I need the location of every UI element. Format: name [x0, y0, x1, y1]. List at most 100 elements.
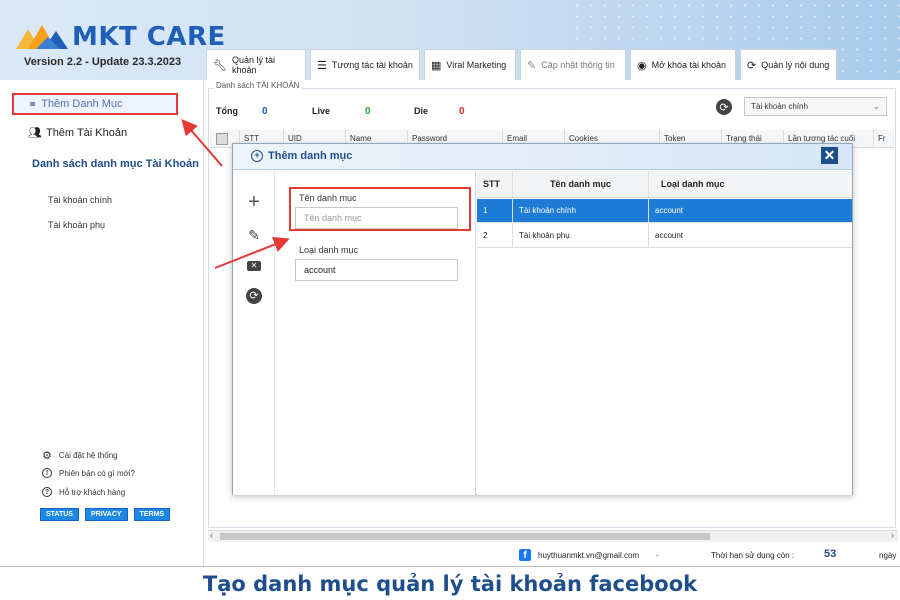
- sidebar-category-main[interactable]: Tài khoản chính: [48, 195, 112, 205]
- caption: Tạo danh mục quản lý tài khoản facebook: [0, 566, 900, 600]
- dialog-toolbar: + ✎ ✕ ⟳: [233, 171, 275, 495]
- calculator-icon: ▦: [431, 59, 442, 72]
- terms-button[interactable]: TERMS: [133, 508, 171, 521]
- category-type-input[interactable]: account: [295, 259, 458, 281]
- row-name: Tài khoản phụ: [513, 224, 649, 247]
- sidebar: ⚭ Thêm Danh Mục 👥︎ Thêm Tài Khoản Danh s…: [0, 80, 204, 566]
- edit-icon[interactable]: ✎: [245, 226, 263, 244]
- users-icon: 👥︎: [28, 127, 42, 139]
- sidebar-item-add-account[interactable]: 👥︎ Thêm Tài Khoản: [28, 126, 128, 140]
- info-icon: !: [42, 468, 52, 478]
- col-header-type[interactable]: Loại danh mục: [649, 171, 852, 197]
- col-header-stt[interactable]: STT: [477, 171, 513, 197]
- tab-label: Cập nhật thông tin: [541, 60, 615, 70]
- live-value: 0: [365, 106, 371, 117]
- die-label: Die: [414, 106, 429, 116]
- status-separator: -: [656, 551, 659, 560]
- table-row[interactable]: 1 Tài khoản chính account: [477, 199, 852, 223]
- col-header-name[interactable]: Tên danh mục: [513, 171, 649, 197]
- dialog-title-text: Thêm danh mục: [268, 150, 353, 162]
- category-table-header: STT Tên danh mục Loại danh mục: [477, 171, 852, 198]
- select-all-checkbox[interactable]: [216, 133, 228, 145]
- dialog-title: + Thêm danh mục: [251, 150, 352, 162]
- account-type-select[interactable]: Tài khoản chính ⌄: [744, 97, 887, 116]
- row-stt: 2: [477, 224, 513, 247]
- add-icon[interactable]: +: [245, 191, 263, 213]
- plus-circle-icon: +: [251, 150, 263, 162]
- app-window: MKT CARE Version 2.2 - Update 23.3.2023 …: [0, 0, 900, 600]
- sidebar-category-secondary[interactable]: Tài khoản phụ: [48, 220, 105, 230]
- total-label: Tổng: [216, 106, 238, 116]
- expiry-label: Thời hạn sử dụng còn :: [711, 551, 795, 560]
- sidebar-customer-support[interactable]: ? Hỗ trợ khách hàng: [42, 487, 125, 497]
- pencil-icon: ✎: [527, 59, 537, 72]
- sidebar-item-add-category[interactable]: ⚭ Thêm Danh Mục: [12, 93, 178, 115]
- live-label: Live: [312, 106, 331, 116]
- tab-account-interaction[interactable]: ☰ Tương tác tài khoản: [310, 49, 420, 80]
- dialog-header: + Thêm danh mục ✕: [233, 144, 852, 170]
- category-name-label: Tên danh mục: [299, 193, 357, 203]
- tab-unlock-account[interactable]: ◉ Mở khóa tài khoản: [630, 49, 736, 80]
- expiry-unit: ngày: [879, 551, 897, 560]
- tab-label: Tương tác tài khoản: [331, 60, 413, 70]
- chevron-down-icon: ⌄: [872, 101, 880, 111]
- support-email: huythuanmkt.vn@gmail.com: [538, 551, 640, 560]
- sidebar-item-label: Thêm Tài Khoản: [45, 126, 128, 139]
- refresh-eye-icon: ⟳: [747, 59, 757, 72]
- tab-label: Mở khóa tài khoản: [651, 60, 727, 70]
- row-type: account: [655, 206, 684, 215]
- tab-viral-marketing[interactable]: ▦ Viral Marketing: [424, 49, 516, 80]
- help-icon: ?: [42, 487, 52, 497]
- logo: MKT CARE: [14, 22, 226, 52]
- gear-icon: ⚙: [42, 450, 52, 462]
- tab-content-management[interactable]: ⟳ Quản lý nội dung: [740, 49, 837, 80]
- col-header[interactable]: Fr: [874, 130, 894, 147]
- sidebar-whats-new[interactable]: ! Phiên bản có gì mới?: [42, 468, 135, 478]
- logo-mark-icon: [16, 25, 68, 49]
- status-bar: f huythuanmkt.vn@gmail.com - Thời hạn sử…: [206, 546, 900, 566]
- category-type-label: Loại danh mục: [299, 245, 359, 255]
- scroll-right-icon[interactable]: ›: [891, 530, 894, 540]
- tags-icon: ⚭: [28, 98, 38, 111]
- tab-label: Quản lý nội dung: [761, 60, 830, 70]
- add-category-dialog: + Thêm danh mục ✕ + ✎ ✕ ⟳ Tên danh mục L…: [232, 143, 853, 495]
- list-icon: ☰: [317, 59, 327, 72]
- scrollbar-thumb[interactable]: [220, 533, 710, 540]
- sidebar-system-settings[interactable]: ⚙ Cài đặt hệ thống: [42, 449, 118, 462]
- account-type-value: Tài khoản chính: [751, 102, 808, 111]
- row-name: Tài khoản chính: [513, 199, 649, 222]
- category-list-title: Danh sách danh mục Tài Khoản: [32, 158, 199, 170]
- tab-account-management[interactable]: 🔧︎ Quản lý tài khoản: [206, 49, 306, 80]
- reload-icon[interactable]: ⟳: [245, 287, 263, 305]
- main-tabs: 🔧︎ Quản lý tài khoản ☰ Tương tác tài kho…: [206, 49, 837, 80]
- dialog-form-panel: + ✎ ✕ ⟳ Tên danh mục Loại danh mục accou…: [233, 171, 476, 495]
- tab-label: Quản lý tài khoản: [231, 55, 275, 75]
- close-icon: ✕: [823, 147, 836, 163]
- scroll-left-icon[interactable]: ‹: [210, 530, 213, 540]
- account-list-group-label: Danh sách TÀI KHOẢN: [214, 81, 302, 90]
- version-label: Version 2.2 - Update 23.3.2023: [24, 56, 182, 68]
- total-value: 0: [262, 106, 268, 117]
- logo-text: MKT CARE: [72, 22, 226, 52]
- footer-buttons: STATUS PRIVACY TERMS: [40, 508, 171, 521]
- die-value: 0: [459, 106, 465, 117]
- category-name-input[interactable]: [295, 207, 458, 229]
- row-type: account: [655, 231, 684, 240]
- expiry-value: 53: [824, 548, 837, 560]
- sidebar-bottom-label: Hỗ trợ khách hàng: [59, 487, 126, 497]
- status-button[interactable]: STATUS: [40, 508, 79, 521]
- sidebar-bottom-label: Cài đặt hệ thống: [58, 451, 118, 460]
- refresh-icon[interactable]: ⟳: [716, 99, 732, 115]
- privacy-button[interactable]: PRIVACY: [84, 508, 128, 521]
- tab-label: Viral Marketing: [446, 60, 507, 70]
- close-button[interactable]: ✕: [821, 147, 838, 164]
- tab-update-info[interactable]: ✎ Cập nhật thông tin: [520, 49, 626, 80]
- delete-icon[interactable]: ✕: [245, 257, 263, 275]
- category-table: STT Tên danh mục Loại danh mục 1 Tài kho…: [477, 171, 852, 495]
- horizontal-scrollbar[interactable]: ‹ ›: [208, 530, 898, 542]
- sidebar-item-label: Thêm Danh Mục: [41, 98, 123, 110]
- table-row[interactable]: 2 Tài khoản phụ account: [477, 224, 852, 248]
- sidebar-bottom-label: Phiên bản có gì mới?: [59, 468, 135, 478]
- user-circle-icon: ◉: [637, 59, 647, 72]
- row-stt: 1: [477, 199, 513, 222]
